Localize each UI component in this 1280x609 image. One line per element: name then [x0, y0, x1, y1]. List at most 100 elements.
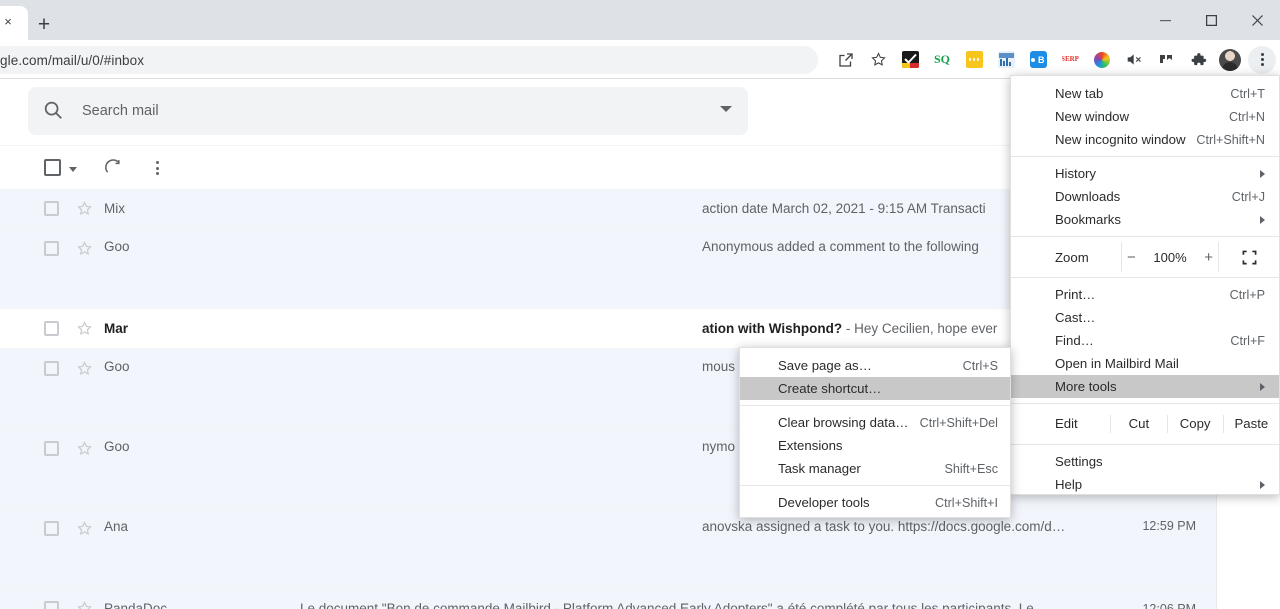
- maximize-icon[interactable]: [1188, 0, 1234, 40]
- submenu-item-developer-tools[interactable]: Developer tools Ctrl+Shift+I: [740, 491, 1010, 514]
- refresh-icon[interactable]: [103, 158, 123, 178]
- mail-snippet: anovska assigned a task to you. https://…: [702, 519, 1066, 534]
- browser-window: × + gle.com/mail/u/0/#inbox SQ B SERP Se…: [0, 0, 1280, 609]
- menu-item-cast[interactable]: Cast…: [1011, 306, 1279, 329]
- extension-arrow-icon[interactable]: [1151, 45, 1181, 75]
- menu-divider: [1011, 277, 1279, 278]
- extension-colorwheel-icon[interactable]: [1087, 45, 1117, 75]
- select-all-checkbox[interactable]: [44, 159, 61, 176]
- extension-yellow-dots-icon[interactable]: [959, 45, 989, 75]
- table-row[interactable]: Ana anovska assigned a task to you. http…: [0, 509, 1216, 589]
- search-input[interactable]: Search mail: [28, 87, 748, 135]
- submenu-item-create-shortcut[interactable]: Create shortcut…: [740, 377, 1010, 400]
- row-checkbox[interactable]: [44, 201, 59, 216]
- chevron-right-icon: [1260, 480, 1265, 489]
- chrome-menu-icon[interactable]: [1247, 45, 1277, 75]
- menu-item-open-in-mailbird-mail[interactable]: Open in Mailbird Mail: [1011, 352, 1279, 375]
- minimize-icon[interactable]: [1142, 0, 1188, 40]
- extensions-puzzle-icon[interactable]: [1183, 45, 1213, 75]
- address-bar[interactable]: gle.com/mail/u/0/#inbox: [0, 46, 818, 74]
- menu-item-find[interactable]: Find… Ctrl+F: [1011, 329, 1279, 352]
- submenu-item-extensions[interactable]: Extensions: [740, 434, 1010, 457]
- zoom-out-button[interactable]: −: [1125, 249, 1137, 266]
- mail-subject: ation with Wishpond?: [702, 321, 843, 336]
- search-placeholder: Search mail: [82, 103, 159, 119]
- chevron-right-icon: [1260, 215, 1265, 224]
- extension-sq-icon[interactable]: SQ: [927, 45, 957, 75]
- menu-divider: [1011, 156, 1279, 157]
- star-icon[interactable]: [76, 360, 93, 377]
- mail-snippet: Le document "Bon de commande Mailbird - …: [300, 601, 1048, 609]
- mail-sender: Mix: [104, 201, 125, 216]
- menu-item-bookmarks[interactable]: Bookmarks: [1011, 208, 1279, 231]
- star-icon[interactable]: [76, 440, 93, 457]
- mail-time: 12:06 PM: [1142, 601, 1196, 609]
- more-tools-submenu: Save page as… Ctrl+S Create shortcut… Cl…: [739, 347, 1011, 518]
- row-checkbox[interactable]: [44, 321, 59, 336]
- search-options-chevron-down-icon[interactable]: [720, 106, 732, 112]
- menu-divider: [740, 485, 1010, 486]
- extension-blue-tag-icon[interactable]: B: [1023, 45, 1053, 75]
- row-checkbox[interactable]: [44, 521, 59, 536]
- star-icon[interactable]: [76, 600, 93, 609]
- mail-sender: Ana: [104, 519, 129, 534]
- close-icon[interactable]: [1234, 0, 1280, 40]
- search-icon: [42, 99, 66, 123]
- extension-checkmark-icon[interactable]: [895, 45, 925, 75]
- paste-button[interactable]: Paste: [1224, 409, 1279, 439]
- zoom-in-button[interactable]: +: [1203, 249, 1215, 266]
- star-icon[interactable]: [76, 520, 93, 537]
- copy-button[interactable]: Copy: [1168, 409, 1223, 439]
- row-checkbox[interactable]: [44, 241, 59, 256]
- menu-item-settings[interactable]: Settings: [1011, 450, 1279, 473]
- row-checkbox[interactable]: [44, 601, 59, 609]
- mute-tab-icon[interactable]: [1119, 45, 1149, 75]
- select-all-chevron-down-icon[interactable]: [69, 167, 77, 172]
- profile-avatar[interactable]: [1215, 45, 1245, 75]
- menu-item-new-incognito-window[interactable]: New incognito window Ctrl+Shift+N: [1011, 128, 1279, 151]
- mail-sender: Goo: [104, 359, 130, 374]
- chevron-right-icon: [1260, 169, 1265, 178]
- extension-serp-icon[interactable]: SERP: [1055, 45, 1085, 75]
- menu-edit-row: Edit Cut Copy Paste: [1011, 409, 1279, 439]
- extension-analytics-icon[interactable]: [991, 45, 1021, 75]
- mail-sender: Mar: [104, 321, 129, 336]
- submenu-item-save-page-as[interactable]: Save page as… Ctrl+S: [740, 354, 1010, 377]
- chevron-right-icon: [1260, 382, 1265, 391]
- star-icon[interactable]: [76, 240, 93, 257]
- mail-sender: PandaDoc: [104, 601, 168, 609]
- browser-toolbar: gle.com/mail/u/0/#inbox SQ B SERP: [0, 40, 1280, 79]
- toolbar-icons: SQ B SERP: [830, 40, 1278, 79]
- menu-zoom-row: Zoom − 100% +: [1011, 242, 1279, 272]
- menu-item-help[interactable]: Help: [1011, 473, 1279, 494]
- menu-item-more-tools[interactable]: More tools: [1011, 375, 1279, 398]
- zoom-label: Zoom: [1055, 249, 1089, 265]
- window-controls: [1142, 0, 1280, 40]
- menu-item-downloads[interactable]: Downloads Ctrl+J: [1011, 185, 1279, 208]
- menu-item-print[interactable]: Print… Ctrl+P: [1011, 283, 1279, 306]
- share-icon[interactable]: [831, 45, 861, 75]
- row-checkbox[interactable]: [44, 441, 59, 456]
- menu-item-new-tab[interactable]: New tab Ctrl+T: [1011, 82, 1279, 105]
- row-checkbox[interactable]: [44, 361, 59, 376]
- star-icon[interactable]: [76, 320, 93, 337]
- submenu-item-task-manager[interactable]: Task manager Shift+Esc: [740, 457, 1010, 480]
- url-text: gle.com/mail/u/0/#inbox: [0, 52, 145, 68]
- tab-close-icon[interactable]: ×: [0, 14, 16, 30]
- cut-button[interactable]: Cut: [1111, 409, 1166, 439]
- new-tab-button[interactable]: +: [30, 12, 58, 40]
- menu-item-new-window[interactable]: New window Ctrl+N: [1011, 105, 1279, 128]
- table-row[interactable]: PandaDoc Le document "Bon de commande Ma…: [0, 589, 1216, 609]
- edit-label: Edit: [1055, 416, 1078, 431]
- menu-divider: [1011, 236, 1279, 237]
- menu-divider: [740, 405, 1010, 406]
- more-options-icon[interactable]: [147, 158, 167, 178]
- submenu-item-clear-browsing-data[interactable]: Clear browsing data… Ctrl+Shift+Del: [740, 411, 1010, 434]
- menu-item-history[interactable]: History: [1011, 162, 1279, 185]
- star-icon[interactable]: [76, 200, 93, 217]
- bookmark-star-icon[interactable]: [863, 45, 893, 75]
- fullscreen-icon[interactable]: [1219, 250, 1279, 265]
- mail-sender: Goo: [104, 439, 130, 454]
- menu-divider: [1011, 403, 1279, 404]
- tab-strip: × +: [0, 0, 1280, 40]
